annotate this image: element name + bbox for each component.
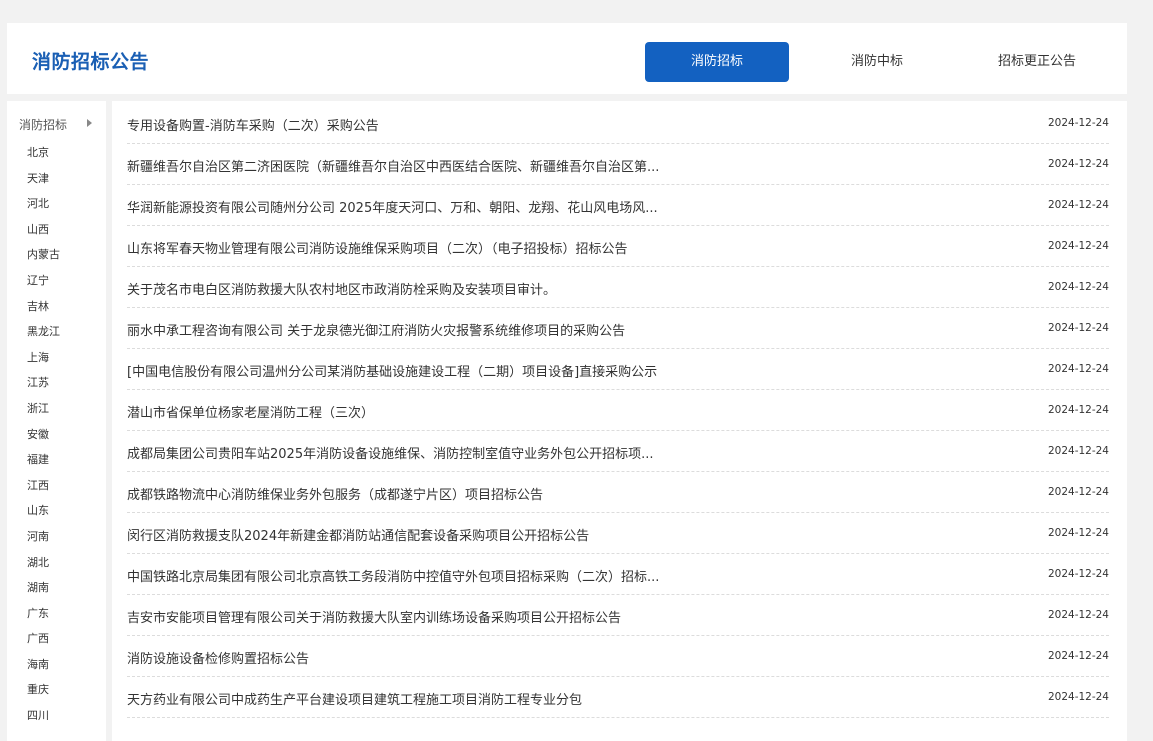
notice-date: 2024-12-24 xyxy=(1047,363,1109,375)
province-list: 北京 天津 河北 山西 内蒙古 辽宁 吉林 黑龙江 上海 江苏 浙江 安徽 福建 江西 山东 河南 湖北 湖南 广东… xyxy=(27,140,60,729)
notice-title-link[interactable]: 新疆维吾尔自治区第二济困医院（新疆维吾尔自治区中西医结合医院、新疆维吾尔自治区第… xyxy=(127,156,659,175)
sidebar-item-province[interactable]: 北京 xyxy=(27,140,60,166)
notice-date: 2024-12-24 xyxy=(1047,117,1109,129)
notice-date: 2024-12-24 xyxy=(1047,527,1109,539)
sidebar-item-province[interactable]: 江苏 xyxy=(27,370,60,396)
sidebar-item-province[interactable]: 重庆 xyxy=(27,677,60,703)
notice-title-link[interactable]: 关于茂名市电白区消防救援大队农村地区市政消防栓采购及安装项目审计。 xyxy=(127,279,556,298)
notice-row[interactable]: 成都铁路物流中心消防维保业务外包服务（成都遂宁片区）项目招标公告 2024-12-… xyxy=(127,472,1109,513)
sidebar-item-province[interactable]: 辽宁 xyxy=(27,268,60,294)
notice-title-link[interactable]: 成都局集团公司贵阳车站2025年消防设备设施维保、消防控制室值守业务外包公开招标… xyxy=(127,443,653,462)
sidebar-item-province[interactable]: 山东 xyxy=(27,498,60,524)
notice-title-link[interactable]: 华润新能源投资有限公司随州分公司 2025年度天河口、万和、朝阳、龙翔、花山风电… xyxy=(127,197,658,216)
notice-list: 专用设备购置-消防车采购（二次）采购公告 2024-12-24 新疆维吾尔自治区第二… xyxy=(127,103,1109,718)
notice-title-link[interactable]: 潜山市省保单位杨家老屋消防工程（三次） xyxy=(127,402,374,421)
notice-title-link[interactable]: 吉安市安能项目管理有限公司关于消防救援大队室内训练场设备采购项目公开招标公告 xyxy=(127,607,621,626)
notice-date: 2024-12-24 xyxy=(1047,404,1109,416)
tab-correction-notices[interactable]: 招标更正公告 xyxy=(965,42,1109,82)
sidebar-item-province[interactable]: 内蒙古 xyxy=(27,242,60,268)
sidebar-item-province[interactable]: 山西 xyxy=(27,217,60,243)
page-title: 消防招标公告 xyxy=(32,51,150,73)
notice-row[interactable]: 吉安市安能项目管理有限公司关于消防救援大队室内训练场设备采购项目公开招标公告 20… xyxy=(127,595,1109,636)
notice-date: 2024-12-24 xyxy=(1047,322,1109,334)
tab-bid-notices[interactable]: 消防招标 xyxy=(645,42,789,82)
notice-row[interactable]: [中国电信股份有限公司温州分公司某消防基础设施建设工程（二期）项目设备]直接采购… xyxy=(127,349,1109,390)
sidebar-item-province[interactable]: 海南 xyxy=(27,652,60,678)
sidebar-item-province[interactable]: 河南 xyxy=(27,524,60,550)
notice-date: 2024-12-24 xyxy=(1047,445,1109,457)
caret-right-icon xyxy=(87,119,92,127)
sidebar-item-province[interactable]: 广西 xyxy=(27,626,60,652)
notice-title-link[interactable]: 成都铁路物流中心消防维保业务外包服务（成都遂宁片区）项目招标公告 xyxy=(127,484,543,503)
notice-row[interactable]: 成都局集团公司贵阳车站2025年消防设备设施维保、消防控制室值守业务外包公开招标… xyxy=(127,431,1109,472)
tab-award-notices[interactable]: 消防中标 xyxy=(805,42,949,82)
notice-list-panel: 专用设备购置-消防车采购（二次）采购公告 2024-12-24 新疆维吾尔自治区第二… xyxy=(112,101,1127,741)
notice-title-link[interactable]: 中国铁路北京局集团有限公司北京高铁工务段消防中控值守外包项目招标采购（二次）招标… xyxy=(127,566,659,585)
notice-row[interactable]: 潜山市省保单位杨家老屋消防工程（三次） 2024-12-24 xyxy=(127,390,1109,431)
sidebar-item-province[interactable]: 湖北 xyxy=(27,550,60,576)
notice-title-link[interactable]: 消防设施设备检修购置招标公告 xyxy=(127,648,309,667)
notice-date: 2024-12-24 xyxy=(1047,281,1109,293)
notice-title-link[interactable]: 专用设备购置-消防车采购（二次）采购公告 xyxy=(127,115,379,134)
notice-date: 2024-12-24 xyxy=(1047,158,1109,170)
notice-row[interactable]: 山东将军春天物业管理有限公司消防设施维保采购项目（二次）（电子招投标）招标公告 2… xyxy=(127,226,1109,267)
notice-row[interactable]: 专用设备购置-消防车采购（二次）采购公告 2024-12-24 xyxy=(127,103,1109,144)
sidebar-item-province[interactable]: 广东 xyxy=(27,601,60,627)
notice-date: 2024-12-24 xyxy=(1047,199,1109,211)
notice-date: 2024-12-24 xyxy=(1047,609,1109,621)
sidebar-item-province[interactable]: 福建 xyxy=(27,447,60,473)
notice-date: 2024-12-24 xyxy=(1047,568,1109,580)
sidebar-item-province[interactable]: 天津 xyxy=(27,166,60,192)
notice-date: 2024-12-24 xyxy=(1047,650,1109,662)
sidebar-item-province[interactable]: 安徽 xyxy=(27,422,60,448)
header-bar: 消防招标公告 消防招标 消防中标 招标更正公告 xyxy=(7,23,1127,94)
notice-date: 2024-12-24 xyxy=(1047,240,1109,252)
notice-row[interactable]: 新疆维吾尔自治区第二济困医院（新疆维吾尔自治区中西医结合医院、新疆维吾尔自治区第… xyxy=(127,144,1109,185)
notice-title-link[interactable]: 山东将军春天物业管理有限公司消防设施维保采购项目（二次）（电子招投标）招标公告 xyxy=(127,238,628,257)
sidebar-item-province[interactable]: 吉林 xyxy=(27,294,60,320)
sidebar-category-label: 消防招标 xyxy=(19,118,68,132)
notice-title-link[interactable]: 闵行区消防救援支队2024年新建金都消防站通信配套设备采购项目公开招标公告 xyxy=(127,525,589,544)
notice-row[interactable]: 丽水中承工程咨询有限公司 关于龙泉德光御江府消防火灾报警系统维修项目的采购公告 2… xyxy=(127,308,1109,349)
notice-row[interactable]: 中国铁路北京局集团有限公司北京高铁工务段消防中控值守外包项目招标采购（二次）招标… xyxy=(127,554,1109,595)
sidebar-item-province[interactable]: 河北 xyxy=(27,191,60,217)
notice-row[interactable]: 消防设施设备检修购置招标公告 2024-12-24 xyxy=(127,636,1109,677)
province-sidebar: 消防招标 北京 天津 河北 山西 内蒙古 辽宁 吉林 黑龙江 上海 江苏 浙江 安徽 福建 江西 山东 河南湖… xyxy=(7,101,106,741)
sidebar-item-province[interactable]: 湖南 xyxy=(27,575,60,601)
notice-date: 2024-12-24 xyxy=(1047,486,1109,498)
notice-row[interactable]: 闵行区消防救援支队2024年新建金都消防站通信配套设备采购项目公开招标公告 202… xyxy=(127,513,1109,554)
notice-row[interactable]: 关于茂名市电白区消防救援大队农村地区市政消防栓采购及安装项目审计。 2024-12… xyxy=(127,267,1109,308)
notice-date: 2024-12-24 xyxy=(1047,691,1109,703)
sidebar-item-province[interactable]: 四川 xyxy=(27,703,60,729)
notice-title-link[interactable]: 丽水中承工程咨询有限公司 关于龙泉德光御江府消防火灾报警系统维修项目的采购公告 xyxy=(127,320,625,339)
notice-row[interactable]: 天方药业有限公司中成药生产平台建设项目建筑工程施工项目消防工程专业分包 2024-… xyxy=(127,677,1109,718)
sidebar-item-province[interactable]: 上海 xyxy=(27,345,60,371)
notice-title-link[interactable]: [中国电信股份有限公司温州分公司某消防基础设施建设工程（二期）项目设备]直接采购… xyxy=(127,361,657,380)
sidebar-item-province[interactable]: 浙江 xyxy=(27,396,60,422)
notice-title-link[interactable]: 天方药业有限公司中成药生产平台建设项目建筑工程施工项目消防工程专业分包 xyxy=(127,689,582,708)
sidebar-item-province[interactable]: 黑龙江 xyxy=(27,319,60,345)
notice-row[interactable]: 华润新能源投资有限公司随州分公司 2025年度天河口、万和、朝阳、龙翔、花山风电… xyxy=(127,185,1109,226)
sidebar-item-province[interactable]: 江西 xyxy=(27,473,60,499)
sidebar-category[interactable]: 消防招标 xyxy=(19,116,92,133)
